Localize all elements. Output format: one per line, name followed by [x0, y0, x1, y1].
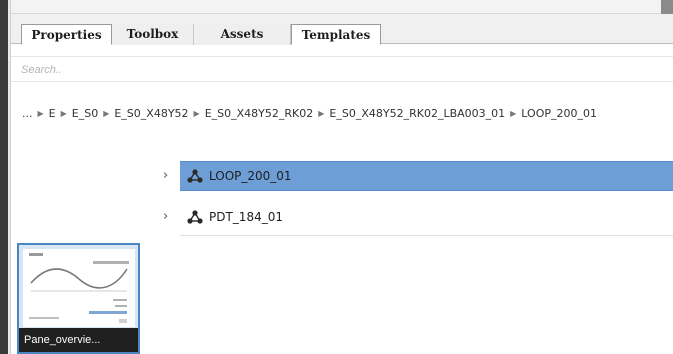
search-bar [11, 56, 673, 82]
breadcrumb-separator-icon: ▶ [103, 108, 110, 118]
tab-toolbox[interactable]: Toolbox [112, 24, 194, 45]
tree-row-pdt-184-01[interactable]: › PDT_184_01 [0, 202, 673, 236]
search-input[interactable] [21, 61, 661, 79]
chevron-right-icon[interactable]: › [163, 168, 168, 183]
breadcrumb-separator-icon: ▶ [37, 108, 44, 118]
breadcrumb-item-current[interactable]: LOOP_200_01 [521, 107, 597, 120]
asset-thumbnail[interactable]: Pane_overvie... [17, 243, 140, 354]
tab-properties[interactable]: Properties [21, 24, 112, 45]
breadcrumb-separator-icon: ▶ [60, 108, 67, 118]
asset-caption: Pane_overvie... [19, 328, 138, 352]
breadcrumb: ... ▶ E ▶ E_S0 ▶ E_S0_X48Y52 ▶ E_S0_X48Y… [22, 103, 597, 123]
breadcrumb-item[interactable]: E_S0_X48Y52_RK02 [205, 107, 314, 120]
network-node-icon [187, 169, 203, 183]
tree-node-label: LOOP_200_01 [209, 169, 292, 183]
tree-row-loop-200-01[interactable]: › LOOP_200_01 [0, 161, 673, 191]
chevron-right-icon[interactable]: › [163, 209, 168, 224]
tree-node-label: PDT_184_01 [209, 210, 283, 224]
breadcrumb-separator-icon: ▶ [510, 108, 517, 118]
breadcrumb-item[interactable]: E_S0_X48Y52_RK02_LBA003_01 [329, 107, 505, 120]
network-node-icon [187, 210, 203, 224]
breadcrumb-item[interactable]: E_S0_X48Y52 [114, 107, 188, 120]
pane-preview-image [23, 249, 135, 327]
breadcrumb-separator-icon: ▶ [193, 108, 200, 118]
pane-header-strip [11, 0, 673, 14]
breadcrumb-item[interactable]: E_S0 [72, 107, 98, 120]
header-corner [661, 0, 673, 14]
tab-bar: Properties Toolbox Assets Templates [11, 14, 673, 45]
tab-templates[interactable]: Templates [291, 24, 381, 45]
row-divider [180, 235, 673, 236]
breadcrumb-item[interactable]: E [49, 107, 56, 120]
breadcrumb-separator-icon: ▶ [318, 108, 325, 118]
breadcrumb-overflow[interactable]: ... [22, 107, 33, 120]
tab-assets[interactable]: Assets [194, 24, 291, 45]
